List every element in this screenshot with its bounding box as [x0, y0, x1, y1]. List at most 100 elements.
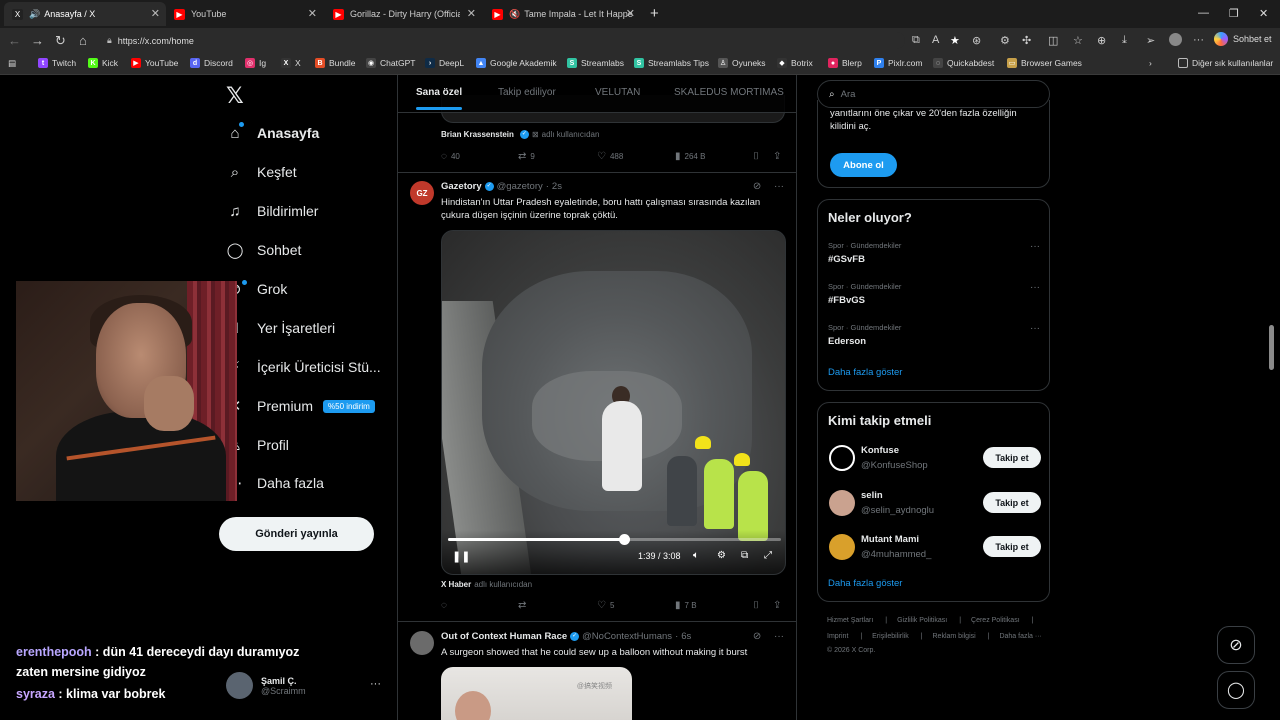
tab-velutan[interactable]: VELUTAN: [595, 87, 640, 98]
tab-for-you[interactable]: Sana özel: [416, 87, 463, 110]
trend-item[interactable]: Spor · Gündemdekiler #FBvGS ···: [828, 282, 1040, 306]
volume-icon[interactable]: 🔈︎: [693, 550, 699, 561]
close-icon[interactable]: ✕: [151, 7, 160, 20]
trend-item[interactable]: Spor · Gündemdekiler #GSvFB ···: [828, 241, 1040, 265]
chevron-right-icon[interactable]: ›: [1149, 58, 1152, 68]
bookmark-item[interactable]: ▭ Browser Games: [1007, 58, 1082, 68]
show-more-link[interactable]: Daha fazla göster: [828, 367, 902, 378]
video-progress[interactable]: [448, 534, 781, 545]
follow-button[interactable]: Takip et: [983, 492, 1041, 513]
show-more-link[interactable]: Daha fazla göster: [828, 578, 902, 589]
follow-suggestion[interactable]: selin @selin_aydnoglu Takip et: [829, 490, 1041, 520]
repost-button[interactable]: ⇄ 9: [518, 151, 535, 162]
scrollbar-thumb[interactable]: [1269, 325, 1274, 370]
other-bookmarks[interactable]: Diğer sık kullanılanlar: [1178, 58, 1273, 68]
bookmark-button[interactable]: ⌷: [753, 151, 763, 162]
new-tab-button[interactable]: +: [650, 5, 659, 22]
profile-avatar[interactable]: [1169, 33, 1182, 46]
bookmark-item[interactable]: XX: [281, 58, 301, 68]
sidebar-item-10[interactable]: ⋯Daha fazla: [226, 474, 324, 492]
footer-link[interactable]: Daha fazla ···: [999, 633, 1041, 640]
author-handle[interactable]: @NoContextHumans: [582, 631, 672, 642]
settings-icon[interactable]: ⚙: [717, 550, 726, 561]
tab-tame-impala[interactable]: ▶ 🔇 Tame Impala - Let It Happen ( ✕: [484, 2, 641, 26]
read-aloud-icon[interactable]: A: [932, 34, 939, 46]
sidebar-item-6[interactable]: ⌷Yer İşaretleri: [226, 319, 335, 337]
messages-fab-icon[interactable]: ◯: [1217, 671, 1255, 709]
footer-link[interactable]: Hizmet Şartları: [827, 617, 873, 624]
more-icon[interactable]: ···: [1030, 282, 1040, 293]
via-name[interactable]: Brian Krassenstein: [441, 130, 514, 139]
refresh-button[interactable]: ↻: [55, 33, 66, 49]
picture-in-picture-icon[interactable]: ⧉: [741, 550, 748, 561]
bookmark-item[interactable]: ● Blerp: [828, 58, 862, 68]
bookmark-item[interactable]: d Discord: [190, 58, 233, 68]
bookmark-item[interactable]: ▶ YouTube: [131, 58, 178, 68]
install-app-icon[interactable]: ⧉: [912, 34, 920, 47]
like-button[interactable]: ♡ 5: [597, 600, 614, 611]
via-name[interactable]: X Haber: [441, 580, 471, 589]
close-window-button[interactable]: ✕: [1259, 7, 1268, 20]
bookmark-item[interactable]: K Kick: [88, 58, 118, 68]
scrollbar[interactable]: [1269, 75, 1275, 720]
split-screen-icon[interactable]: ◫: [1048, 34, 1058, 47]
more-icon[interactable]: ···: [1030, 323, 1040, 334]
video-player[interactable]: ❚❚ 1:39 / 3:08 🔈︎ ⚙ ⧉ ⤢: [441, 230, 786, 575]
follow-suggestion[interactable]: Mutant Mami @4muhammed_ Takip et: [829, 534, 1041, 564]
footer-link[interactable]: Gizlilik Politikası: [897, 617, 947, 624]
copilot-button[interactable]: Sohbet et: [1214, 32, 1272, 46]
tab-x-home[interactable]: X 🔊 Anasayfa / X ✕: [4, 2, 166, 26]
grok-fab-icon[interactable]: ⊘: [1217, 626, 1255, 664]
home-icon[interactable]: ⌂: [79, 33, 87, 48]
x-logo-icon[interactable]: 𝕏: [226, 83, 244, 109]
bookmark-item[interactable]: ▲ Google Akademik: [476, 58, 557, 68]
avatar[interactable]: GZ: [410, 181, 434, 205]
sidebar-item-7[interactable]: ⚡İçerik Üreticisi Stü...: [226, 358, 381, 376]
bookmark-item[interactable]: ◉ ChatGPT: [366, 58, 415, 68]
close-icon[interactable]: ✕: [308, 7, 317, 20]
bookmark-item[interactable]: S Streamlabs Tips: [634, 58, 709, 68]
bookmark-item[interactable]: › DeepL: [425, 58, 464, 68]
reply-button[interactable]: ◌: [441, 600, 451, 611]
bookmark-item[interactable]: t Twitch: [38, 58, 76, 68]
maximize-button[interactable]: ❐: [1229, 7, 1239, 20]
forward-button[interactable]: →: [31, 33, 44, 48]
tweet-time[interactable]: 2s: [552, 181, 562, 192]
bookmark-item[interactable]: ◌ Quickabdest: [933, 58, 994, 68]
author-name[interactable]: Out of Context Human Race: [441, 631, 567, 642]
game-icon[interactable]: ⊛: [972, 34, 981, 47]
share-button[interactable]: ⇪: [773, 151, 785, 162]
extensions-icon[interactable]: ✣: [1022, 34, 1031, 47]
sidebar-item-2[interactable]: ⌕ Keşfet: [226, 163, 297, 181]
bookmark-button[interactable]: ⌷: [753, 600, 763, 611]
subscribe-button[interactable]: Abone ol: [830, 153, 897, 177]
close-icon[interactable]: ✕: [626, 7, 635, 20]
settings-more-icon[interactable]: ···: [1193, 34, 1204, 46]
footer-link[interactable]: Erişilebilirlik: [872, 633, 909, 640]
video-scrubber[interactable]: [619, 534, 631, 545]
muted-icon[interactable]: 🔇: [509, 9, 520, 20]
footer-link[interactable]: Reklam bilgisi: [933, 633, 976, 640]
url-bar[interactable]: 🔒︎ https://x.com/home: [100, 32, 905, 49]
more-icon[interactable]: ···: [370, 678, 381, 690]
minimize-button[interactable]: —: [1198, 7, 1209, 19]
tab-skaledus-mortimas[interactable]: SKALEDUS MORTIMAS: [674, 87, 784, 98]
download-icon[interactable]: ⤓: [1122, 34, 1127, 47]
bookmark-item[interactable]: ♙ Oyuneks: [718, 58, 766, 68]
reply-button[interactable]: ◌ 40: [441, 151, 460, 162]
tab-youtube[interactable]: ▶ YouTube ✕: [166, 2, 323, 26]
sidebar-item-3[interactable]: ♫ Bildirimler: [226, 202, 318, 220]
bookmark-item[interactable]: S Streamlabs: [567, 58, 624, 68]
views-button[interactable]: ▮ 264 B: [675, 151, 705, 162]
like-button[interactable]: ♡ 488: [597, 151, 623, 162]
favorites-icon[interactable]: ☆: [1073, 34, 1083, 47]
account-switcher[interactable]: Şamil Ç. @Scraimm: [226, 672, 306, 699]
tweet-media[interactable]: @搞笑视频: [441, 667, 632, 720]
tab-following[interactable]: Takip ediliyor: [498, 87, 556, 98]
collections-icon[interactable]: ⊕: [1097, 34, 1106, 47]
trend-item[interactable]: Spor · Gündemdekiler Ederson ···: [828, 323, 1040, 347]
footer-link[interactable]: Imprint: [827, 633, 848, 640]
more-icon[interactable]: ···: [774, 631, 784, 642]
back-button[interactable]: ←: [8, 33, 21, 48]
follow-button[interactable]: Takip et: [983, 536, 1041, 557]
